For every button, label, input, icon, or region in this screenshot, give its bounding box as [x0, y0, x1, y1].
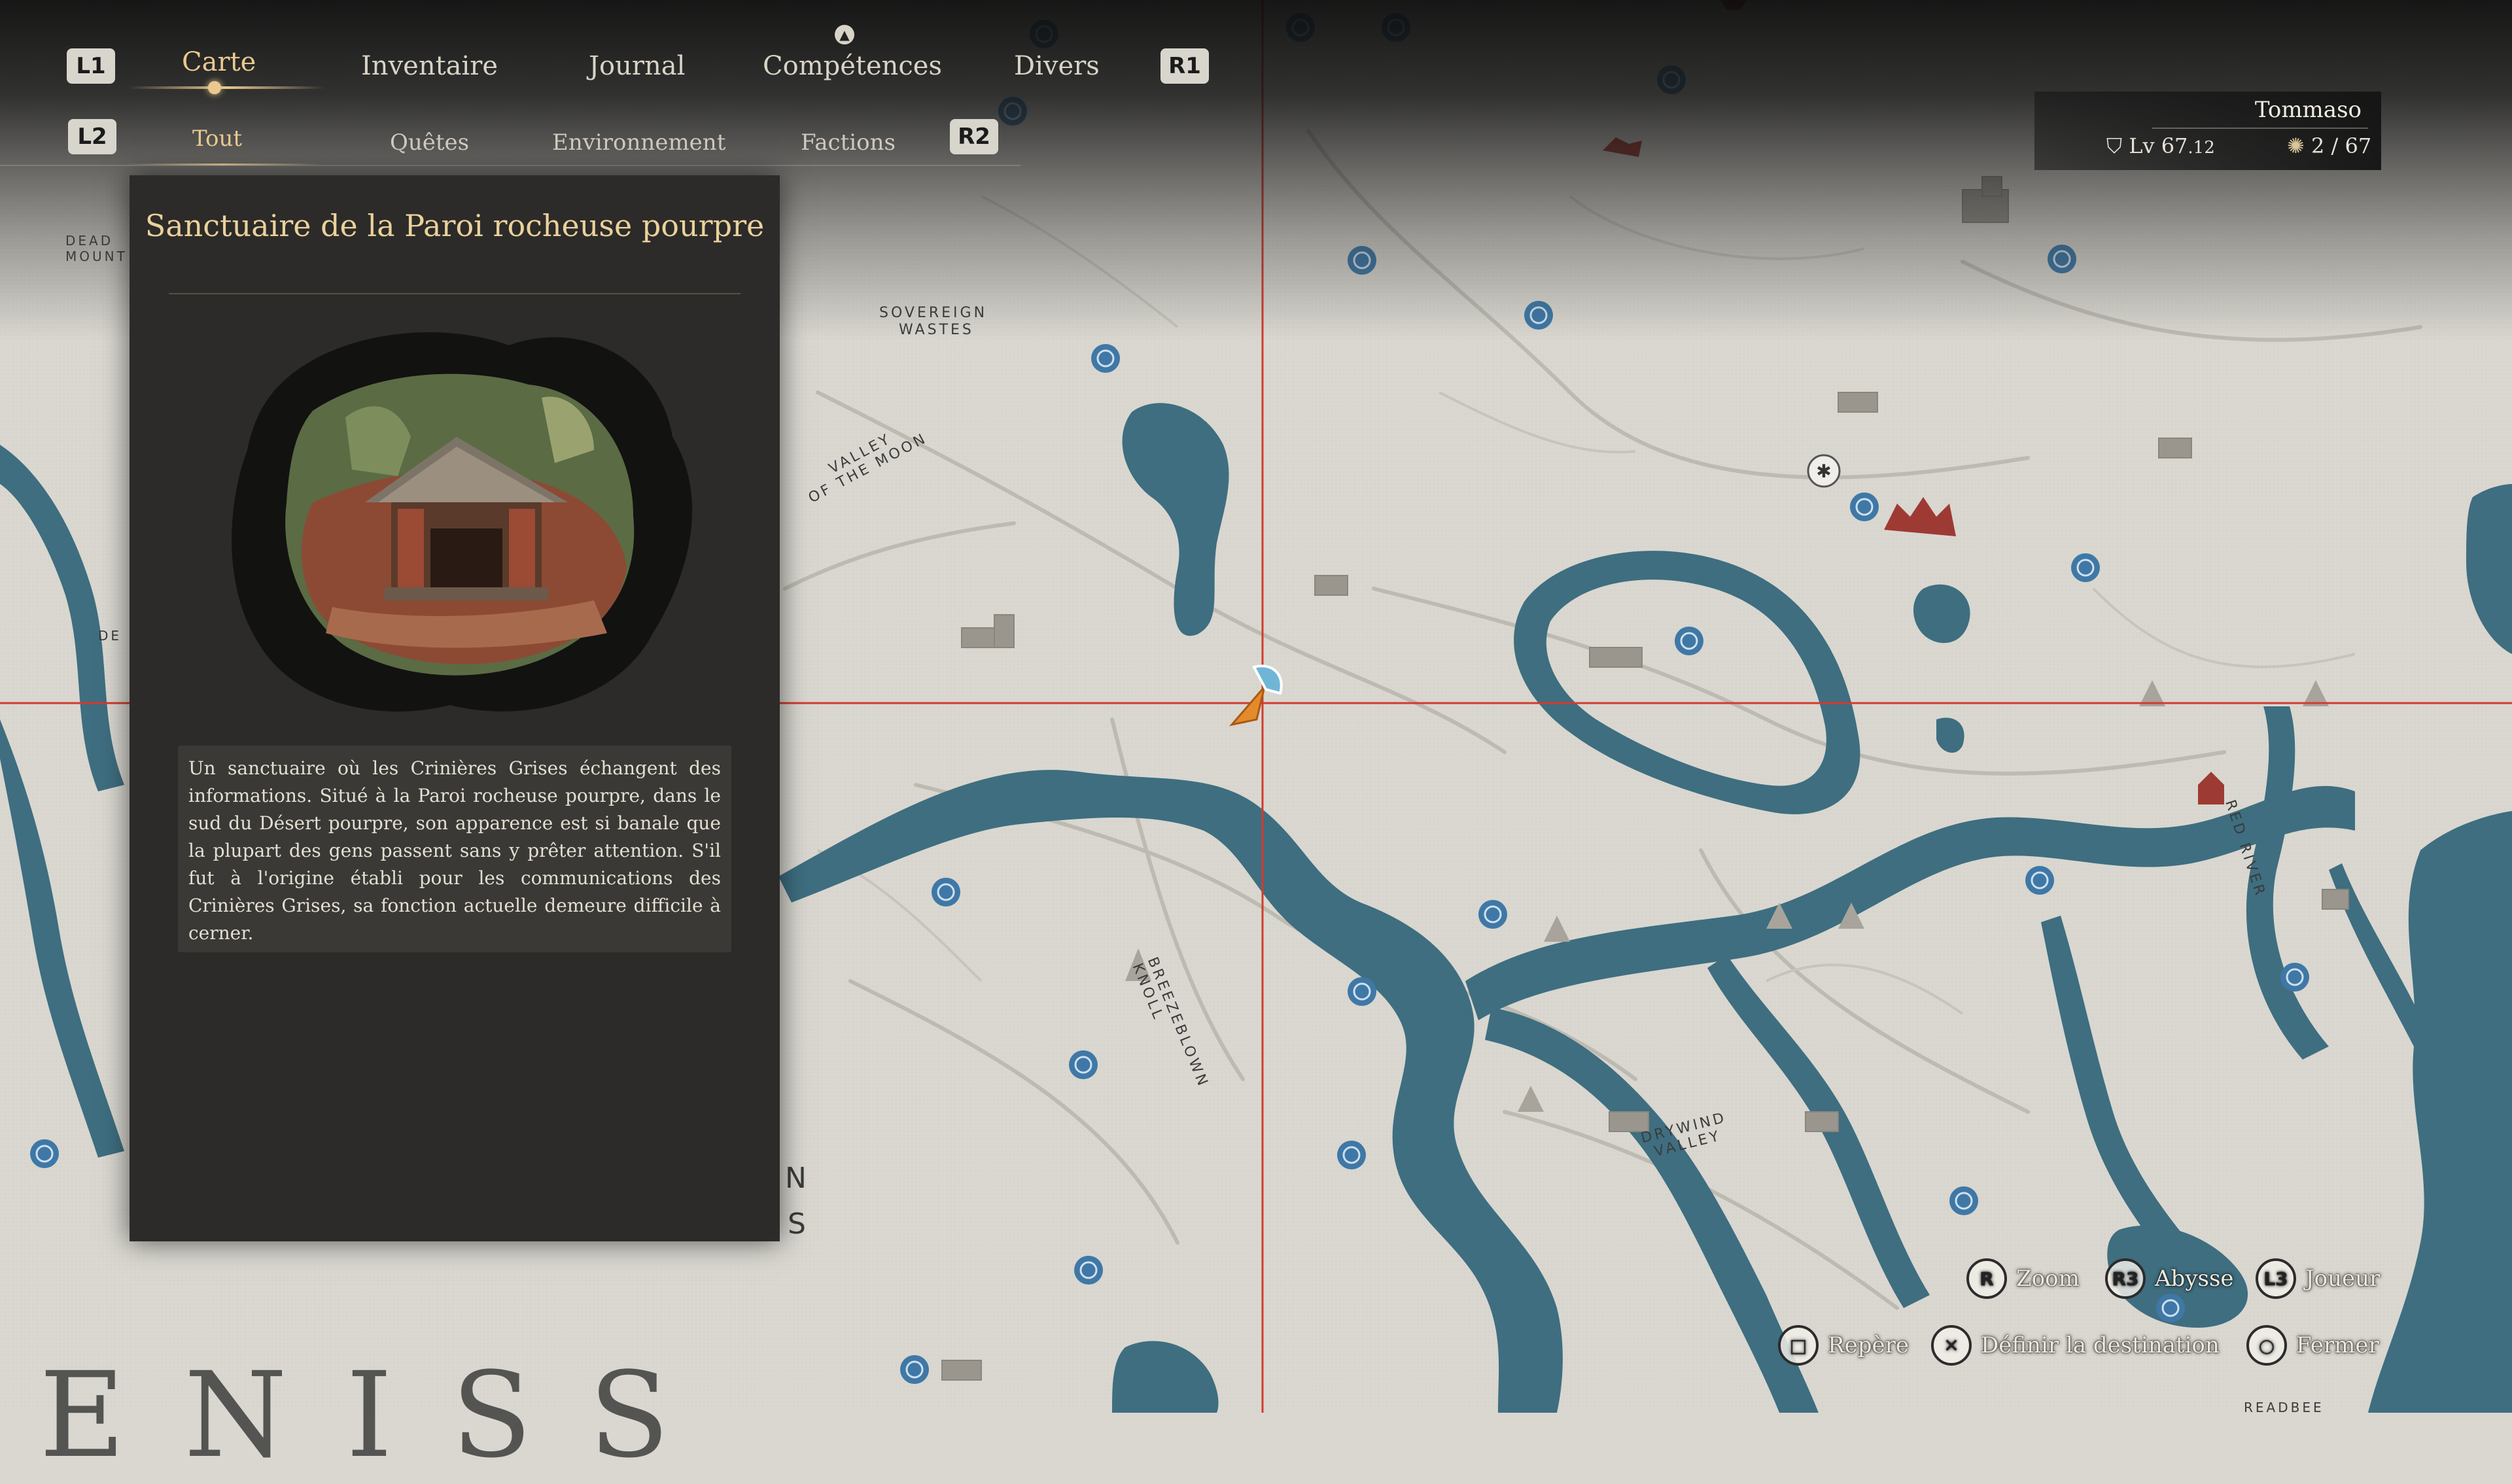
- hint-abyss[interactable]: R3 Abysse: [2105, 1258, 2234, 1299]
- square-button-icon: □: [1778, 1325, 1819, 1366]
- r2-button[interactable]: R2: [950, 119, 998, 154]
- hint-destination[interactable]: ✕ Définir la destination: [1931, 1325, 2220, 1366]
- level-value: 67: [2161, 133, 2188, 158]
- map-label-readbee: READBEE: [2244, 1400, 2324, 1415]
- hint-marker[interactable]: □ Repère: [1778, 1325, 1909, 1366]
- collectible-separator: /: [2331, 133, 2339, 158]
- hint-close-label: Fermer: [2296, 1332, 2379, 1358]
- nav-divider: [0, 165, 1020, 166]
- tab-competences[interactable]: Compétences: [763, 51, 942, 81]
- map-label-wastes: WASTES: [899, 322, 974, 338]
- hint-player-label: Joueur: [2305, 1266, 2381, 1292]
- tab-active-underline: [128, 86, 324, 89]
- hint-zoom-label: Zoom: [2016, 1266, 2080, 1292]
- location-title: Sanctuaire de la Paroi rocheuse pourpre: [145, 208, 765, 243]
- collectible-current: 2: [2311, 133, 2325, 158]
- tab-active-dot: [208, 81, 221, 94]
- hint-marker-label: Repère: [1828, 1332, 1909, 1358]
- tab-inventaire[interactable]: Inventaire: [361, 51, 498, 81]
- location-description-box: Un sanctuaire où les Crinières Grises éc…: [178, 746, 731, 952]
- hint-destination-label: Définir la destination: [1981, 1332, 2220, 1358]
- svg-text:✱: ✱: [1816, 460, 1831, 482]
- map-label-de: DE: [98, 628, 122, 644]
- tab-divers[interactable]: Divers: [1014, 51, 1100, 81]
- region-name: ENISS: [39, 1347, 729, 1484]
- location-shrine-illustration: [232, 332, 693, 712]
- map-label-n: N: [785, 1162, 809, 1195]
- cross-button-icon: ✕: [1931, 1325, 1972, 1366]
- location-info-panel: Sanctuaire de la Paroi rocheuse pourpre …: [130, 175, 780, 1241]
- r3-stick-icon: R3: [2105, 1258, 2146, 1299]
- level-label: Lv: [2129, 133, 2155, 158]
- tab-journal[interactable]: Journal: [589, 51, 685, 81]
- right-stick-icon: R: [1966, 1258, 2007, 1299]
- subtab-tout[interactable]: Tout: [192, 126, 242, 152]
- l2-button[interactable]: L2: [68, 119, 116, 154]
- sun-icon: ✺: [2287, 133, 2305, 158]
- player-info-card: Tommaso ⛉ Lv 67.12 ✺ 2 / 67: [2034, 92, 2381, 170]
- level-fraction: .12: [2188, 138, 2215, 158]
- collectible-total: 67: [2345, 133, 2372, 158]
- subtab-environnement[interactable]: Environnement: [552, 129, 725, 156]
- player-name: Tommaso: [2254, 97, 2362, 123]
- player-divider: [2152, 128, 2368, 129]
- skill-notification-icon: ▲: [835, 25, 854, 44]
- location-description: Un sanctuaire où les Crinières Grises éc…: [188, 757, 721, 944]
- map-label-dead-mount: DEAD MOUNT: [65, 233, 128, 264]
- hint-zoom[interactable]: R Zoom: [1966, 1258, 2080, 1299]
- player-level: ⛉ Lv 67.12: [2106, 133, 2215, 159]
- tab-carte[interactable]: Carte: [182, 47, 256, 77]
- title-divider: [169, 293, 741, 294]
- map-label-s: S: [788, 1207, 809, 1241]
- map-label-sovereign: SOVEREIGN: [879, 305, 988, 321]
- subtab-factions[interactable]: Factions: [801, 129, 896, 156]
- subtab-quetes[interactable]: Quêtes: [390, 129, 469, 156]
- hint-close[interactable]: ○ Fermer: [2246, 1325, 2379, 1366]
- circle-button-icon: ○: [2246, 1325, 2287, 1366]
- hint-player[interactable]: L3 Joueur: [2256, 1258, 2380, 1299]
- level-crest-icon: ⛉: [2106, 133, 2123, 158]
- l1-button[interactable]: L1: [67, 48, 115, 84]
- l3-stick-icon: L3: [2256, 1258, 2296, 1299]
- collectible-counter: ✺ 2 / 67: [2287, 133, 2371, 158]
- hint-abyss-label: Abysse: [2155, 1266, 2234, 1292]
- r1-button[interactable]: R1: [1160, 48, 1209, 84]
